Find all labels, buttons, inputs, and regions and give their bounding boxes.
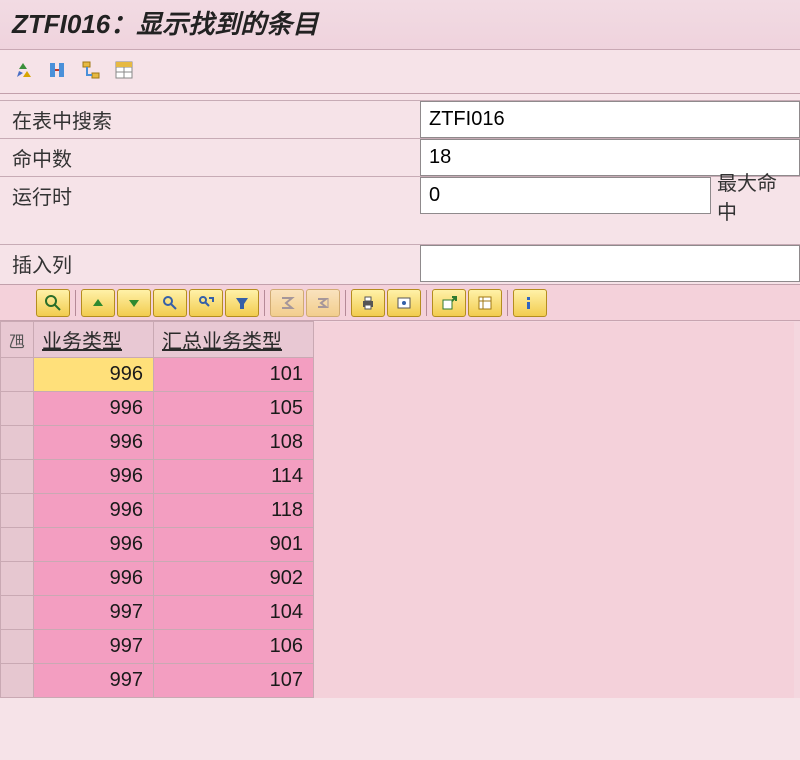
row-handle[interactable] — [1, 460, 34, 494]
runtime-input[interactable] — [420, 177, 710, 214]
toolbar-separator — [426, 290, 427, 316]
data-cell[interactable]: 107 — [154, 664, 314, 698]
column-header[interactable]: 业务类型 — [34, 322, 154, 358]
data-cell[interactable]: 996 — [34, 528, 154, 562]
alv-grid: 乪业务类型汇总业务类型99610199610599610899611499611… — [0, 321, 794, 698]
row-handle[interactable] — [1, 664, 34, 698]
data-cell[interactable]: 114 — [154, 460, 314, 494]
data-cell[interactable]: 997 — [34, 630, 154, 664]
search-input[interactable] — [420, 101, 800, 138]
app-toolbar — [0, 50, 800, 94]
page-title: ZTFI016：显示找到的条目 — [12, 9, 318, 39]
data-cell[interactable]: 997 — [34, 664, 154, 698]
runtime-label: 运行时 — [0, 177, 420, 214]
hits-label: 命中数 — [0, 139, 420, 176]
row-handle[interactable] — [1, 630, 34, 664]
filter-icon[interactable] — [225, 289, 259, 317]
sort-desc-icon[interactable] — [117, 289, 151, 317]
row-handle[interactable] — [1, 528, 34, 562]
subtotal-icon[interactable] — [306, 289, 340, 317]
insert-col-label: 插入列 — [0, 245, 420, 282]
data-cell[interactable]: 902 — [154, 562, 314, 596]
flow-icon[interactable] — [76, 56, 106, 84]
view-icon[interactable] — [387, 289, 421, 317]
export-icon[interactable] — [432, 289, 466, 317]
data-cell[interactable]: 996 — [34, 392, 154, 426]
print-icon[interactable] — [351, 289, 385, 317]
toolbar-separator — [345, 290, 346, 316]
row-handle[interactable] — [1, 358, 34, 392]
details-icon[interactable] — [36, 289, 70, 317]
data-cell[interactable]: 997 — [34, 596, 154, 630]
compare-icon[interactable] — [43, 56, 73, 84]
sum-icon[interactable] — [270, 289, 304, 317]
title-bar: ZTFI016：显示找到的条目 — [0, 0, 800, 50]
search-label: 在表中搜索 — [0, 101, 420, 138]
alv-grid-container: 乪业务类型汇总业务类型99610199610599610899611499611… — [0, 284, 800, 698]
data-cell[interactable]: 996 — [34, 562, 154, 596]
data-cell[interactable]: 101 — [154, 358, 314, 392]
layout-icon[interactable] — [468, 289, 502, 317]
spreadsheet-icon[interactable] — [109, 56, 139, 84]
data-cell[interactable]: 996 — [34, 358, 154, 392]
data-cell[interactable]: 118 — [154, 494, 314, 528]
data-cell[interactable]: 108 — [154, 426, 314, 460]
column-header[interactable]: 汇总业务类型 — [154, 322, 314, 358]
insert-col-input[interactable] — [420, 245, 800, 282]
row-handle[interactable] — [1, 392, 34, 426]
data-cell[interactable]: 996 — [34, 494, 154, 528]
toolbar-separator — [75, 290, 76, 316]
grid-corner[interactable]: 乪 — [1, 322, 34, 358]
data-cell[interactable]: 901 — [154, 528, 314, 562]
data-cell[interactable]: 106 — [154, 630, 314, 664]
max-hits-label: 最大命中 — [710, 177, 800, 214]
selection-form: 在表中搜索 命中数 运行时 最大命中 插入列 — [0, 94, 800, 282]
row-handle[interactable] — [1, 596, 34, 630]
info-icon[interactable] — [513, 289, 547, 317]
row-handle[interactable] — [1, 562, 34, 596]
find-next-icon[interactable] — [189, 289, 223, 317]
sort-asc-icon[interactable] — [81, 289, 115, 317]
alv-toolbar — [0, 285, 800, 321]
data-cell[interactable]: 996 — [34, 460, 154, 494]
recycle-icon[interactable] — [10, 56, 40, 84]
data-cell[interactable]: 996 — [34, 426, 154, 460]
toolbar-separator — [507, 290, 508, 316]
find-icon[interactable] — [153, 289, 187, 317]
row-handle[interactable] — [1, 426, 34, 460]
data-cell[interactable]: 105 — [154, 392, 314, 426]
toolbar-separator — [264, 290, 265, 316]
data-cell[interactable]: 104 — [154, 596, 314, 630]
row-handle[interactable] — [1, 494, 34, 528]
